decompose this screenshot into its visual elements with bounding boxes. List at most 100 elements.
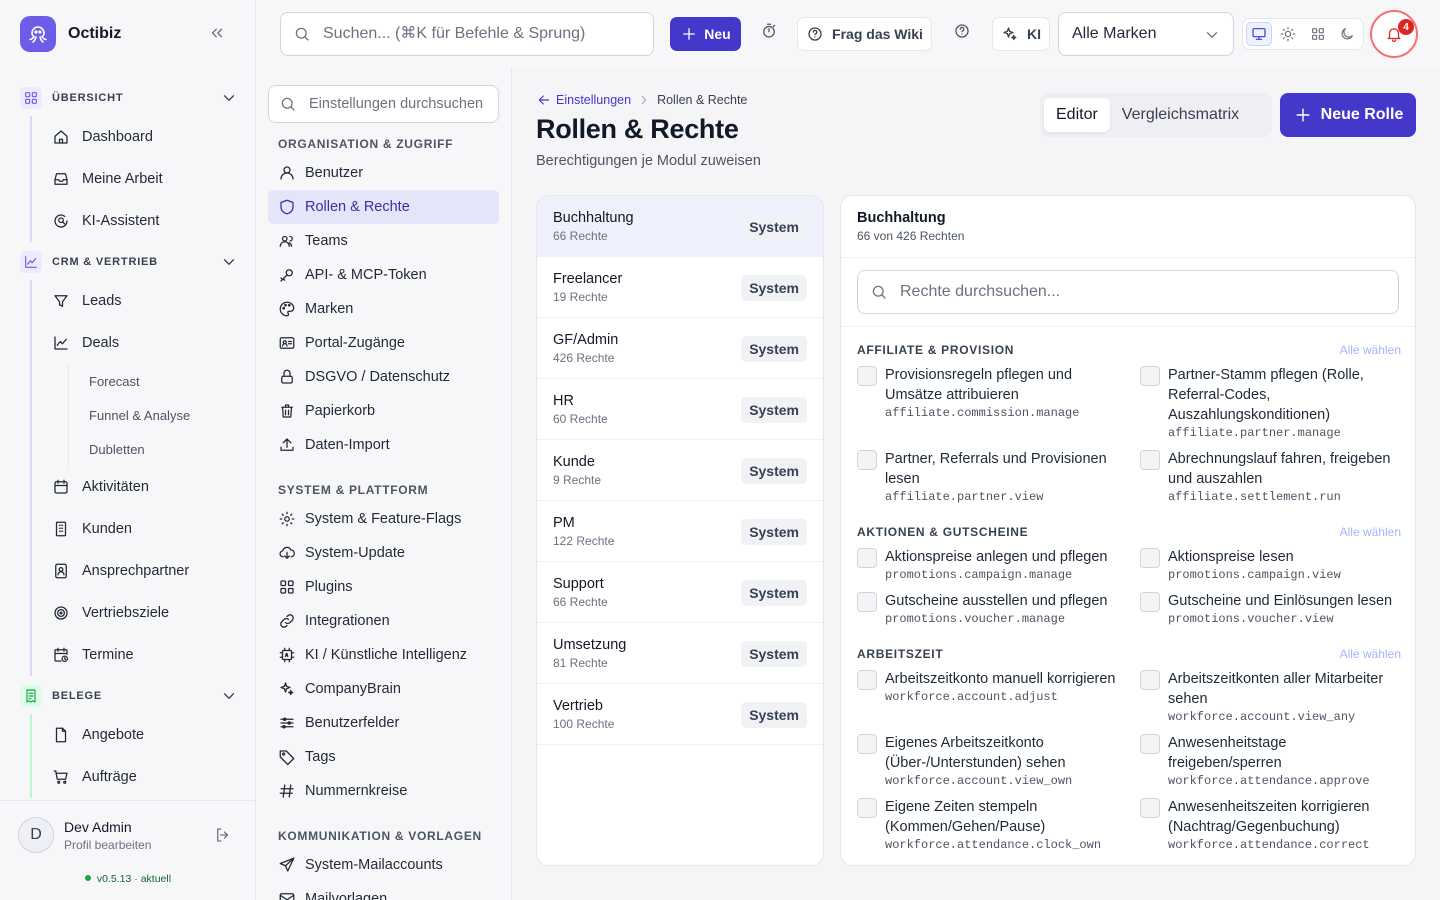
- permission-item[interactable]: Abrechnungslauf fahren, freigeben und au…: [1140, 445, 1399, 509]
- global-search[interactable]: [280, 12, 654, 56]
- settings-item-integrationen[interactable]: Integrationen: [268, 604, 499, 638]
- monitor-icon[interactable]: [1246, 22, 1272, 46]
- permission-checkbox[interactable]: [1140, 366, 1160, 386]
- tab-vergleichsmatrix[interactable]: Vergleichsmatrix: [1110, 98, 1251, 132]
- brand[interactable]: Octibiz: [20, 16, 121, 52]
- permission-item[interactable]: Gutscheine und Einlösungen lesen promoti…: [1140, 587, 1399, 631]
- sidebar-item-leads[interactable]: Leads: [32, 280, 256, 322]
- permission-item[interactable]: Anwesenheitstage freigeben/sperren workf…: [1140, 729, 1399, 793]
- role-item[interactable]: PM 122 Rechte System: [537, 501, 823, 562]
- chevron-down-icon[interactable]: [220, 687, 238, 705]
- sidebar-item-vertriebsziele[interactable]: Vertriebsziele: [32, 592, 256, 634]
- permission-checkbox[interactable]: [1140, 548, 1160, 568]
- permission-checkbox[interactable]: [857, 366, 877, 386]
- permission-item[interactable]: Provisionsregeln pflegen und Umsätze att…: [857, 361, 1140, 445]
- select-all-link[interactable]: Alle wählen: [1340, 525, 1401, 539]
- permission-checkbox[interactable]: [1140, 592, 1160, 612]
- permission-item[interactable]: Aktionspreise lesen promotions.campaign.…: [1140, 543, 1399, 587]
- settings-item-nummernkreise[interactable]: Nummernkreise: [268, 774, 499, 808]
- permission-item[interactable]: Partner-Stamm pflegen (Rolle, Referral-C…: [1140, 361, 1399, 445]
- settings-item-papierkorb[interactable]: Papierkorb: [268, 394, 499, 428]
- sidebar-item-kunden[interactable]: Kunden: [32, 508, 256, 550]
- settings-item-teams[interactable]: Teams: [268, 224, 499, 258]
- settings-item-benutzerfelder[interactable]: Benutzerfelder: [268, 706, 499, 740]
- permission-item[interactable]: Eigenes Arbeitszeitkonto (Über-/Unterstu…: [857, 729, 1140, 793]
- permission-checkbox[interactable]: [857, 670, 877, 690]
- sidebar-subitem-funnel-analyse[interactable]: Funnel & Analyse: [69, 398, 256, 432]
- new-button[interactable]: Neu: [670, 17, 741, 51]
- breadcrumb-back-link[interactable]: Einstellungen: [536, 92, 631, 108]
- user-name[interactable]: Dev Admin: [64, 819, 132, 835]
- ask-wiki-button[interactable]: Frag das Wiki: [797, 17, 932, 51]
- permissions-search[interactable]: [857, 270, 1399, 314]
- permission-item[interactable]: Eigene Zeiten stempeln (Kommen/Gehen/Pau…: [857, 793, 1140, 857]
- settings-item-mailvorlagen[interactable]: Mailvorlagen: [268, 882, 499, 900]
- permission-checkbox[interactable]: [857, 734, 877, 754]
- sidebar-item-ansprechpartner[interactable]: Ansprechpartner: [32, 550, 256, 592]
- sidebar-item-deals[interactable]: Deals: [32, 322, 256, 364]
- sidebar-subitem-forecast[interactable]: Forecast: [69, 364, 256, 398]
- permission-item[interactable]: Partner, Referrals und Provisionen lesen…: [857, 445, 1140, 509]
- timer-icon[interactable]: [760, 22, 778, 40]
- permission-item[interactable]: Arbeitszeitkonto manuell korrigieren wor…: [857, 665, 1140, 729]
- sidebar-item-termine[interactable]: Termine: [32, 634, 256, 676]
- tab-editor[interactable]: Editor: [1044, 98, 1110, 132]
- section-uebersicht[interactable]: ÜBERSICHT: [0, 80, 256, 116]
- chevron-down-icon[interactable]: [220, 89, 238, 107]
- select-all-link[interactable]: Alle wählen: [1340, 343, 1401, 357]
- chevron-down-icon[interactable]: [220, 253, 238, 271]
- settings-item-system-update[interactable]: System-Update: [268, 536, 499, 570]
- new-role-button[interactable]: Neue Rolle: [1280, 93, 1416, 137]
- edit-profile-link[interactable]: Profil bearbeiten: [64, 838, 151, 852]
- role-item[interactable]: GF/Admin 426 Rechte System: [537, 318, 823, 379]
- permission-checkbox[interactable]: [1140, 450, 1160, 470]
- permission-item[interactable]: Gutscheine ausstellen und pflegen promot…: [857, 587, 1140, 631]
- permission-item[interactable]: Anwesenheitszeiten korrigieren (Nachtrag…: [1140, 793, 1399, 857]
- sidebar-item-angebote[interactable]: Angebote: [32, 714, 256, 756]
- layout-grid-icon[interactable]: [1305, 22, 1330, 46]
- permission-checkbox[interactable]: [1140, 670, 1160, 690]
- settings-item-daten-import[interactable]: Daten-Import: [268, 428, 499, 462]
- settings-item-rollen-rechte[interactable]: Rollen & Rechte: [268, 190, 499, 224]
- role-item[interactable]: Buchhaltung 66 Rechte System: [537, 196, 823, 257]
- settings-item-system-feature-flags[interactable]: System & Feature-Flags: [268, 502, 499, 536]
- permission-checkbox[interactable]: [857, 548, 877, 568]
- settings-item-portal-zugänge[interactable]: Portal-Zugänge: [268, 326, 499, 360]
- sidebar-item-auftraege[interactable]: Aufträge: [32, 756, 256, 798]
- help-icon[interactable]: [953, 22, 971, 40]
- global-search-input[interactable]: [323, 25, 643, 43]
- role-item[interactable]: Support 66 Rechte System: [537, 562, 823, 623]
- permission-checkbox[interactable]: [1140, 798, 1160, 818]
- role-item[interactable]: HR 60 Rechte System: [537, 379, 823, 440]
- settings-item-ki-künstliche-intelligenz[interactable]: KI / Künstliche Intelligenz: [268, 638, 499, 672]
- section-belege[interactable]: BELEGE: [0, 678, 256, 714]
- sidebar-item-meine-arbeit[interactable]: Meine Arbeit: [32, 158, 256, 200]
- sidebar-item-ki-assistent[interactable]: KI-Assistent: [32, 200, 256, 242]
- role-item[interactable]: Vertrieb 100 Rechte System: [537, 684, 823, 745]
- select-all-link[interactable]: Alle wählen: [1340, 647, 1401, 661]
- collapse-sidebar-icon[interactable]: [208, 24, 226, 42]
- permission-checkbox[interactable]: [1140, 734, 1160, 754]
- permission-checkbox[interactable]: [857, 592, 877, 612]
- role-item[interactable]: Umsetzung 81 Rechte System: [537, 623, 823, 684]
- moon-icon[interactable]: [1335, 22, 1360, 46]
- settings-item-system-mailaccounts[interactable]: System-Mailaccounts: [268, 848, 499, 882]
- settings-item-dsgvo-datenschutz[interactable]: DSGVO / Datenschutz: [268, 360, 499, 394]
- settings-item-benutzer[interactable]: Benutzer: [268, 156, 499, 190]
- notifications-button[interactable]: 4: [1370, 10, 1418, 58]
- permission-checkbox[interactable]: [857, 798, 877, 818]
- permission-item[interactable]: Arbeitszeitkonten aller Mitarbeiter sehe…: [1140, 665, 1399, 729]
- avatar[interactable]: D: [18, 817, 54, 853]
- ai-button[interactable]: KI: [992, 17, 1050, 51]
- settings-search[interactable]: [268, 85, 499, 123]
- section-crm-vertrieb[interactable]: CRM & VERTRIEB: [0, 244, 256, 280]
- settings-item-marken[interactable]: Marken: [268, 292, 499, 326]
- sidebar-item-dashboard[interactable]: Dashboard: [32, 116, 256, 158]
- brand-select[interactable]: Alle Marken: [1058, 12, 1234, 56]
- role-item[interactable]: Kunde 9 Rechte System: [537, 440, 823, 501]
- sun-icon[interactable]: [1276, 22, 1301, 46]
- settings-item-plugins[interactable]: Plugins: [268, 570, 499, 604]
- settings-item-tags[interactable]: Tags: [268, 740, 499, 774]
- permission-item[interactable]: Aktionspreise anlegen und pflegen promot…: [857, 543, 1140, 587]
- settings-item-api-mcp-token[interactable]: API- & MCP-Token: [268, 258, 499, 292]
